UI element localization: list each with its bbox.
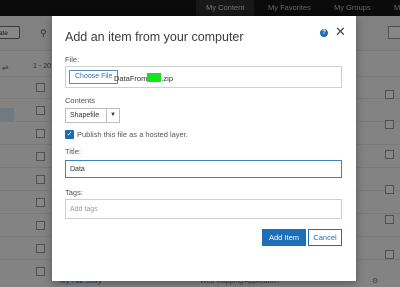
publish-checkbox[interactable]: ✓ xyxy=(65,130,74,139)
add-item-dialog: Add an item from your computer ? ✕ File:… xyxy=(52,16,356,281)
redaction-mark xyxy=(147,73,162,82)
contents-selected-value: Shapefile xyxy=(70,112,100,119)
publish-label: Publish this file as a hosted layer. xyxy=(77,130,188,139)
file-name-suffix: .zip xyxy=(161,74,174,83)
file-name-prefix: DataFrom xyxy=(114,74,148,83)
dialog-title: Add an item from your computer xyxy=(65,30,244,44)
add-item-button[interactable]: Add Item xyxy=(262,229,306,246)
tags-label: Tags: xyxy=(65,188,83,197)
tags-input[interactable] xyxy=(65,199,342,219)
contents-label: Contents xyxy=(65,96,96,105)
title-field[interactable] xyxy=(65,160,342,178)
chevron-down-icon: ▼ xyxy=(106,109,119,122)
close-icon[interactable]: ✕ xyxy=(335,24,346,40)
title-label: Title: xyxy=(65,147,81,156)
contents-select[interactable]: Shapefile ▼ xyxy=(65,108,120,123)
file-input[interactable]: Choose File DataFrom .zip xyxy=(65,66,342,88)
file-name: DataFrom .zip xyxy=(114,73,173,83)
file-label: File: xyxy=(65,55,80,64)
choose-file-button[interactable]: Choose File xyxy=(69,70,119,84)
cancel-button[interactable]: Cancel xyxy=(308,229,342,246)
help-icon[interactable]: ? xyxy=(320,29,328,37)
